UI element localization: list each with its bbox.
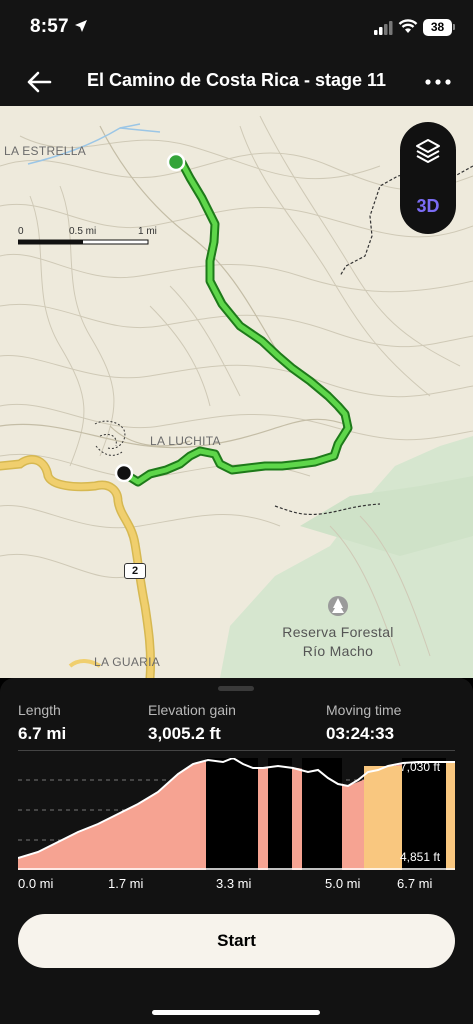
toggle-3d-button[interactable]: 3D bbox=[400, 178, 456, 234]
home-indicator bbox=[152, 1010, 320, 1015]
x-tick-0: 0.0 mi bbox=[18, 876, 54, 891]
elevation-max-label: 7,030 ft bbox=[400, 760, 441, 774]
x-tick-3: 5.0 mi bbox=[325, 876, 361, 891]
start-button[interactable]: Start bbox=[18, 914, 455, 968]
elevation-gap-2 bbox=[268, 758, 292, 870]
location-arrow-icon bbox=[75, 20, 87, 32]
wifi-icon bbox=[398, 19, 418, 33]
map-label-la-guaria: LA GUARIA bbox=[94, 655, 161, 669]
status-bar: 8:57 38 bbox=[0, 0, 473, 58]
scale-label-half: 0.5 mi bbox=[69, 226, 97, 237]
scale-label-one: 1 mi bbox=[138, 226, 157, 237]
more-dots-icon bbox=[425, 79, 451, 85]
stats-divider bbox=[18, 750, 455, 751]
more-options-button[interactable] bbox=[420, 66, 456, 98]
map-label-la-estrella: LA ESTRELLA bbox=[4, 144, 87, 158]
route-details-sheet: Length 6.7 mi Elevation gain 3,005.2 ft … bbox=[0, 678, 473, 1024]
stat-elevation-gain-value: 3,005.2 ft bbox=[148, 724, 221, 743]
stat-elevation-gain: Elevation gain 3,005.2 ft bbox=[148, 702, 236, 744]
elevation-profile[interactable]: 7,030 ft 4,851 ft bbox=[17, 756, 455, 870]
battery-indicator: 38 bbox=[423, 19, 452, 36]
scale-label-zero: 0 bbox=[18, 226, 24, 237]
x-tick-2: 3.3 mi bbox=[216, 876, 252, 891]
elevation-steep-1 bbox=[364, 766, 402, 870]
road-shield-2: 2 bbox=[124, 563, 146, 579]
elevation-gap-3 bbox=[302, 758, 342, 870]
x-tick-4: 6.7 mi bbox=[397, 876, 433, 891]
battery-tip bbox=[453, 24, 455, 30]
elevation-steep-2 bbox=[446, 762, 455, 870]
stat-moving-time-label: Moving time bbox=[326, 702, 402, 718]
route-title: El Camino de Costa Rica - stage 11 bbox=[86, 70, 387, 90]
map-view[interactable]: 0 0.5 mi 1 mi LA ESTRELLA LA LUCHITA LA … bbox=[0, 106, 473, 678]
elevation-min-label: 4,851 ft bbox=[400, 850, 441, 864]
stat-moving-time: Moving time 03:24:33 bbox=[326, 702, 401, 744]
reserve-name-line1: Reserva Forestal bbox=[282, 624, 394, 640]
cellular-signal-icon bbox=[374, 21, 393, 35]
status-time: 8:57 bbox=[30, 16, 69, 37]
elevation-gap-1 bbox=[206, 758, 258, 870]
sheet-drag-handle[interactable] bbox=[218, 686, 254, 691]
elevation-fill-climb bbox=[18, 760, 208, 870]
map-layers-button[interactable] bbox=[400, 122, 456, 178]
stat-elevation-gain-label: Elevation gain bbox=[148, 702, 236, 718]
route-end-marker bbox=[114, 463, 134, 483]
map-label-la-luchita: LA LUCHITA bbox=[150, 434, 221, 448]
stat-moving-time-value: 03:24:33 bbox=[326, 724, 395, 743]
stat-length: Length 6.7 mi bbox=[18, 702, 66, 744]
layers-icon bbox=[416, 139, 440, 163]
map-scale: 0 0.5 mi 1 mi bbox=[17, 226, 158, 252]
stat-length-value: 6.7 mi bbox=[18, 724, 67, 743]
stat-length-label: Length bbox=[18, 702, 61, 718]
reserve-name-line2: Río Macho bbox=[302, 643, 374, 659]
route-start-marker bbox=[166, 152, 186, 172]
map-label-reserve: Reserva Forestal Río Macho bbox=[268, 623, 408, 661]
elevation-chart bbox=[17, 756, 455, 870]
map-controls: 3D bbox=[400, 122, 456, 234]
x-tick-1: 1.7 mi bbox=[108, 876, 144, 891]
header-bar: El Camino de Costa Rica - stage 11 bbox=[0, 58, 473, 106]
